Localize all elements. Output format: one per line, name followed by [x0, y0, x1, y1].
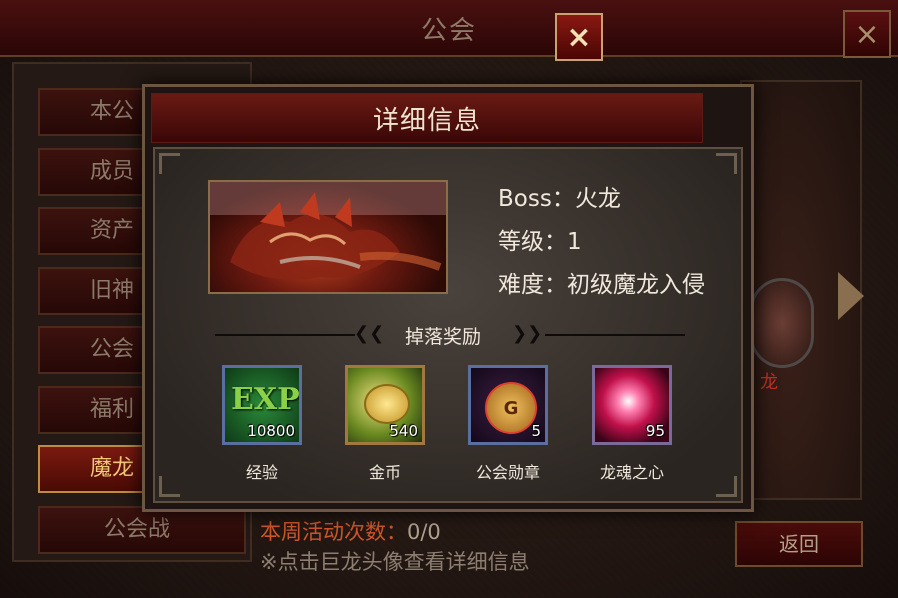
- guild-title-bar: 公会: [0, 0, 898, 57]
- sidebar-item-label: 资产: [90, 218, 135, 243]
- drops-title: 掉落奖励: [405, 326, 482, 348]
- divider-right: [545, 334, 685, 336]
- reward-quantity: 540: [389, 422, 418, 440]
- activity-label: 本周活动次数：: [260, 520, 407, 544]
- dialog-close-button[interactable]: ×: [555, 13, 603, 61]
- reward-name: 公会勋章: [475, 463, 540, 482]
- dragon-name: 龙: [760, 372, 778, 393]
- reward-guild-medal[interactable]: G 5: [468, 365, 548, 445]
- exp-icon: EXP: [231, 382, 300, 417]
- boss-portrait: [208, 180, 448, 294]
- reward-dragon-soul[interactable]: 95: [592, 365, 672, 445]
- reward-quantity: 5: [531, 422, 541, 440]
- boss-level: 等级：1: [498, 229, 582, 255]
- guild-window-title: 公会: [420, 16, 477, 46]
- reward-quantity: 95: [645, 422, 665, 440]
- boss-difficulty: 难度：初级魔龙入侵: [498, 272, 705, 298]
- dialog-title-bar: 详细信息: [151, 93, 703, 143]
- reward-exp[interactable]: EXP 10800: [222, 365, 302, 445]
- divider-left: [215, 334, 355, 336]
- return-button[interactable]: 返回: [735, 521, 863, 567]
- corner-ornament: [159, 153, 180, 174]
- sidebar-item-label: 成员: [90, 159, 135, 184]
- arrow-right-icon[interactable]: [838, 272, 864, 320]
- sidebar-item-label: 公会战: [104, 517, 171, 542]
- reward-gold[interactable]: 540: [345, 365, 425, 445]
- ornament-right-icon: ❯❯: [512, 323, 543, 344]
- guild-close-button[interactable]: ×: [843, 10, 891, 58]
- gold-coin-icon: [364, 384, 410, 424]
- dialog-title: 详细信息: [372, 106, 481, 136]
- corner-ornament: [159, 476, 180, 497]
- sidebar-item-label: 本公: [90, 99, 135, 124]
- reward-name: 经验: [245, 463, 278, 482]
- hint-text: ※点击巨龙头像查看详细信息: [260, 550, 530, 574]
- weekly-activity-count: 本周活动次数：0/0: [260, 516, 441, 546]
- guild-medal-icon: G: [485, 382, 537, 434]
- sidebar-item-guild-war[interactable]: 公会战: [38, 506, 246, 554]
- reward-name: 金币: [368, 463, 401, 482]
- boss-name: Boss：火龙: [498, 186, 621, 212]
- ornament-left-icon: ❮❮: [354, 323, 385, 344]
- reward-quantity: 10800: [247, 422, 295, 440]
- sidebar-item-label: 福利: [90, 397, 135, 422]
- reward-name: 龙魂之心: [599, 463, 664, 482]
- sidebar-item-label: 魔龙: [90, 456, 135, 481]
- sidebar-item-label: 旧神: [90, 278, 135, 303]
- corner-ornament: [716, 476, 737, 497]
- close-icon: ×: [854, 16, 880, 52]
- sidebar-item-label: 公会: [90, 337, 135, 362]
- dragon-avatar[interactable]: [750, 278, 814, 368]
- corner-ornament: [716, 153, 737, 174]
- close-icon: ×: [566, 19, 592, 55]
- medal-letter: G: [503, 397, 519, 419]
- activity-value: 0/0: [407, 520, 441, 544]
